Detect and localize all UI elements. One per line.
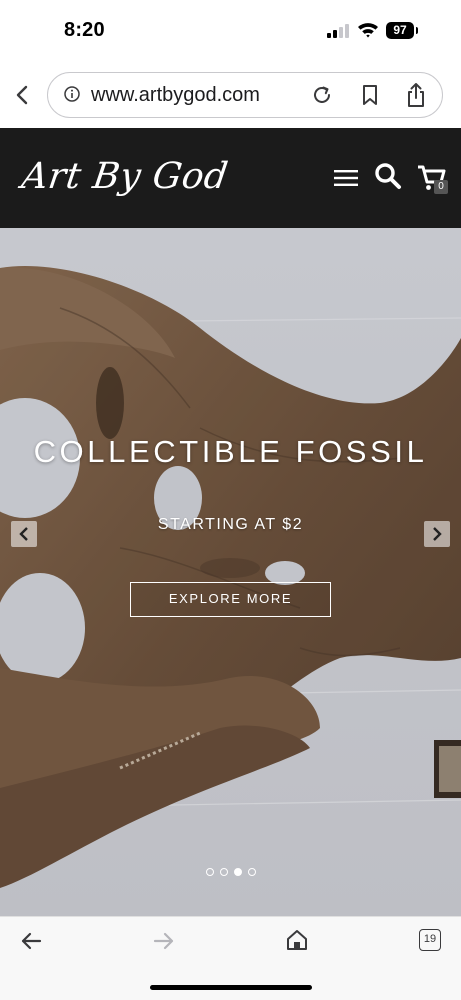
site-header: Art By God 0 — [0, 128, 461, 228]
slider-dot-1[interactable] — [206, 868, 214, 876]
arrow-left-icon[interactable] — [20, 931, 42, 951]
explore-more-button[interactable]: EXPLORE MORE — [130, 582, 331, 617]
home-icon[interactable] — [286, 929, 308, 951]
back-chevron-icon[interactable] — [12, 84, 34, 106]
bookmark-icon[interactable] — [360, 84, 380, 106]
wifi-icon — [358, 23, 378, 38]
url-text[interactable]: www.artbygod.com — [91, 84, 260, 107]
cellular-signal-icon — [327, 24, 351, 38]
browser-toolbar: www.artbygod.com — [0, 62, 461, 128]
cart-count-badge[interactable]: 0 — [434, 180, 448, 194]
status-time: 8:20 — [64, 19, 105, 41]
site-logo[interactable]: Art By God — [19, 156, 231, 197]
menu-icon[interactable] — [333, 168, 359, 188]
hero-subtitle: STARTING AT $2 — [157, 516, 304, 533]
home-indicator — [150, 985, 312, 990]
slider-dot-3[interactable] — [234, 868, 242, 876]
browser-bottom-toolbar: 19 — [0, 916, 461, 1000]
arrow-right-icon[interactable] — [153, 931, 175, 951]
share-icon[interactable] — [405, 82, 427, 108]
battery-cap — [416, 27, 418, 34]
hero-title: COLLECTIBLE FOSSIL — [33, 434, 428, 469]
search-icon[interactable] — [374, 162, 402, 190]
info-icon[interactable] — [64, 86, 80, 102]
fossil-skull-image — [0, 228, 461, 916]
hero-slider: COLLECTIBLE FOSSIL STARTING AT $2 EXPLOR… — [0, 228, 461, 916]
reload-icon[interactable] — [311, 84, 333, 106]
tabs-icon[interactable]: 19 — [419, 929, 441, 951]
status-bar: 8:20 97 — [0, 0, 461, 62]
slider-dot-4[interactable] — [248, 868, 256, 876]
chevron-left-icon — [19, 527, 28, 541]
slider-dots — [206, 868, 262, 878]
slider-dot-2[interactable] — [220, 868, 228, 876]
slider-next-button[interactable] — [424, 521, 450, 547]
slider-prev-button[interactable] — [11, 521, 37, 547]
address-bar[interactable]: www.artbygod.com — [47, 72, 443, 118]
chevron-right-icon — [433, 527, 442, 541]
battery-indicator: 97 — [386, 22, 414, 39]
